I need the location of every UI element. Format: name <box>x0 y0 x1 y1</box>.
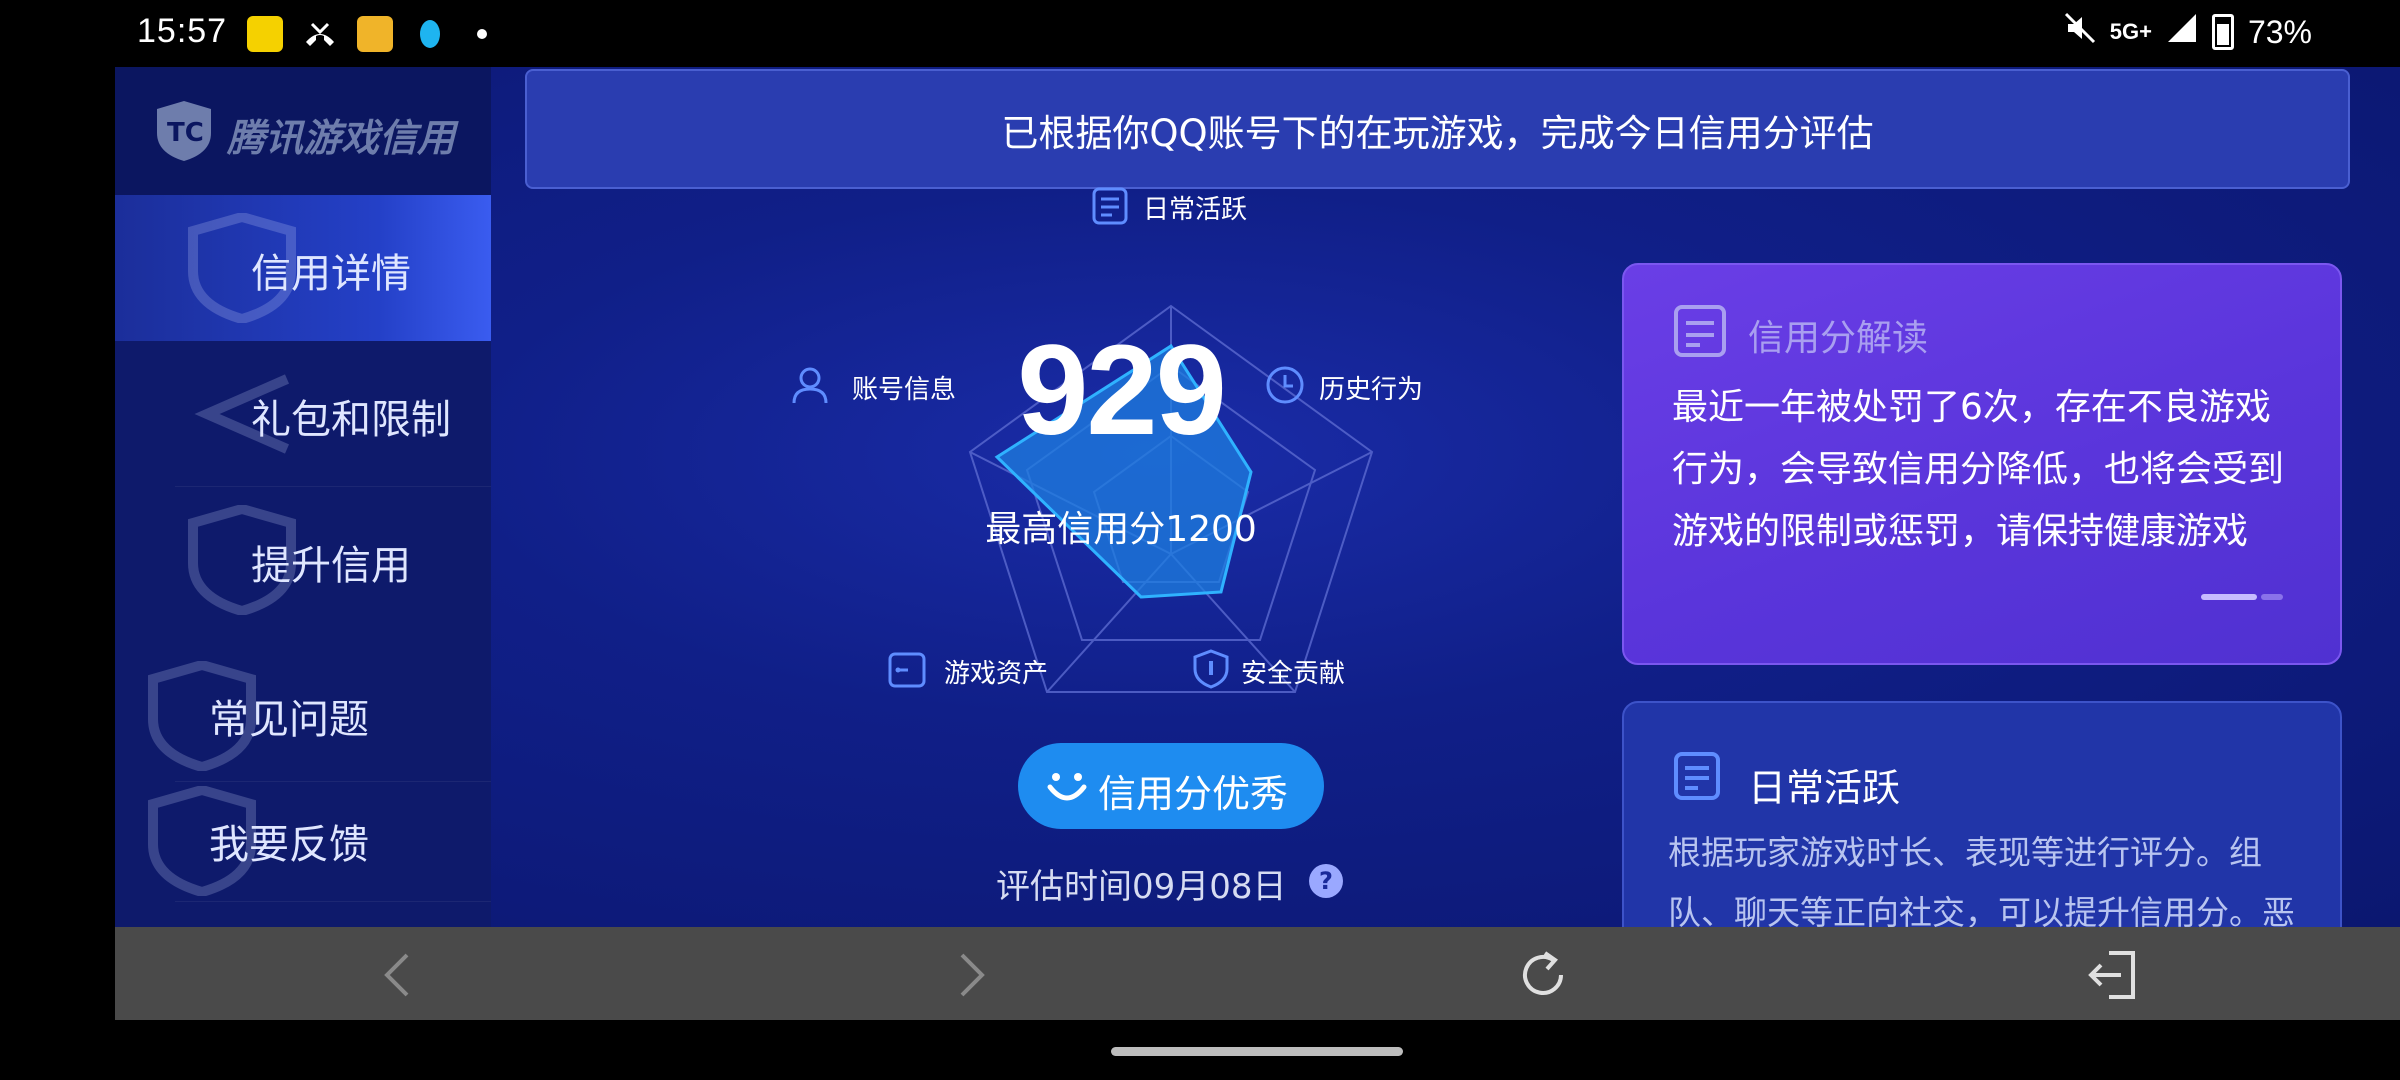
interpretation-card: 信用分解读 最近一年被处罚了6次，存在不良游戏行为，会导致信用分降低，也将会受到… <box>1622 263 2342 665</box>
daily-activity-body: 根据玩家游戏时长、表现等进行评分。组队、聊天等正向社交，可以提升信用分。恶 <box>1668 833 2295 927</box>
banner-text: 已根据你QQ账号下的在玩游戏，完成今日信用分评估 <box>1001 112 1874 155</box>
more-dot-icon <box>475 16 489 52</box>
browser-nav-bar <box>115 927 2400 1020</box>
dimension-label-history: 历史行为 <box>1319 375 1424 405</box>
refresh-icon[interactable] <box>1515 947 1571 1003</box>
radar-chart <box>968 304 1374 693</box>
qq-icon <box>412 16 448 52</box>
daily-activity-card[interactable]: 日常活跃 根据玩家游戏时长、表现等进行评分。组队、聊天等正向社交，可以提升信用分… <box>1622 701 2342 927</box>
logo-text: 腾讯游戏信用 <box>227 116 456 160</box>
sidebar-item-label: 常见问题 <box>209 697 369 743</box>
carousel-dot-active <box>2201 594 2257 600</box>
credit-rating-button[interactable]: 信用分优秀 <box>1018 743 1324 829</box>
app-window: TC 腾讯游戏信用 信用详情 礼包和限制 提升信用 常见问题 我要反馈 已根据你… <box>115 67 2400 927</box>
dimension-label-security: 安全贡献 <box>1241 659 1346 689</box>
dimension-label-daily: 日常活跃 <box>1143 195 1248 225</box>
status-time: 15:57 <box>137 12 228 50</box>
home-indicator[interactable] <box>1111 1047 1403 1056</box>
sidebar-item-credit-details[interactable]: 信用详情 <box>115 195 491 341</box>
clock-icon <box>1266 366 1304 404</box>
logo-area: TC 腾讯游戏信用 <box>115 67 491 195</box>
shield-icon <box>1193 649 1229 689</box>
wallet-icon <box>888 652 926 688</box>
document-icon <box>1674 305 1726 357</box>
document-icon <box>1674 752 1720 800</box>
daily-activity-title: 日常活跃 <box>1748 766 1901 810</box>
evaluation-time: 评估时间09月08日 <box>996 867 1287 907</box>
sidebar-item-feedback[interactable]: 我要反馈 <box>115 782 491 900</box>
sidebar-item-label: 提升信用 <box>251 543 411 589</box>
smile-icon <box>1047 773 1087 801</box>
carousel-dot <box>2261 594 2283 600</box>
sidebar-item-label: 礼包和限制 <box>251 397 451 443</box>
app-notification-icon <box>247 16 283 52</box>
user-icon <box>792 367 828 404</box>
interpretation-body: 最近一年被处罚了6次，存在不良游戏行为，会导致信用分降低，也将会受到游戏的限制或… <box>1672 387 2285 552</box>
sidebar-item-label: 我要反馈 <box>209 822 369 868</box>
interpretation-title: 信用分解读 <box>1748 318 1929 359</box>
logo-shield-icon: TC <box>157 101 211 161</box>
back-arrow-icon[interactable] <box>371 947 427 1003</box>
missed-call-icon <box>302 16 338 52</box>
sidebar-item-faq[interactable]: 常见问题 <box>115 657 491 775</box>
svg-text:TC: TC <box>167 118 204 148</box>
help-icon[interactable]: ? <box>1309 864 1343 898</box>
network-label: 5G+ <box>2109 19 2152 44</box>
max-score-label: 最高信用分1200 <box>985 509 1257 550</box>
dimension-label-account: 账号信息 <box>852 375 957 405</box>
forward-arrow-icon[interactable] <box>942 947 998 1003</box>
dimension-label-assets: 游戏资产 <box>944 659 1049 689</box>
evaluation-banner: 已根据你QQ账号下的在玩游戏，完成今日信用分评估 <box>525 69 2350 189</box>
exit-icon[interactable] <box>2085 947 2141 1003</box>
battery-icon <box>2211 14 2234 50</box>
sidebar: TC 腾讯游戏信用 信用详情 礼包和限制 提升信用 常见问题 我要反馈 <box>115 67 491 927</box>
carousel-indicator <box>2201 585 2287 604</box>
document-icon <box>1092 187 1128 225</box>
main-content: 已根据你QQ账号下的在玩游戏，完成今日信用分评估 929 最高信用分1200 日… <box>491 67 2400 927</box>
sidebar-item-improve-credit[interactable]: 提升信用 <box>115 487 491 633</box>
rating-label: 信用分优秀 <box>1098 772 1289 816</box>
mute-icon <box>2064 12 2096 52</box>
sidebar-item-gifts-limits[interactable]: 礼包和限制 <box>115 341 491 487</box>
status-bar: 15:57 5G+ 73% <box>0 0 2400 67</box>
status-right: 5G+ 73% <box>2064 12 2312 52</box>
sidebar-item-label: 信用详情 <box>251 251 411 297</box>
divider <box>175 901 491 902</box>
battery-percent: 73% <box>2247 13 2312 50</box>
signal-icon <box>2166 12 2198 52</box>
app-notification-icon-2 <box>357 16 393 52</box>
